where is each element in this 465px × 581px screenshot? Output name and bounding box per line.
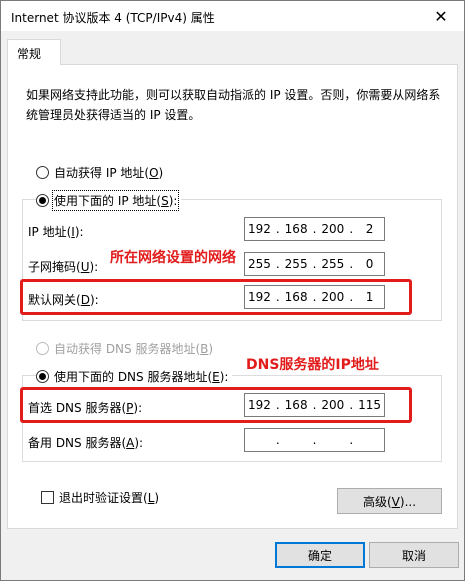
manual-dns-radio[interactable]: 使用下面的 DNS 服务器地址(E): — [36, 368, 233, 385]
tab-general[interactable]: 常规 — [7, 39, 61, 65]
ip-address-label: IP 地址(I): — [28, 225, 84, 239]
preferred-dns-input[interactable]: 192. 168. 200. 115 — [244, 393, 385, 417]
close-button[interactable]: ✕ — [418, 1, 464, 31]
cancel-button[interactable]: 取消 — [369, 542, 459, 568]
description-text: 如果网络支持此功能，则可以获取自动指派的 IP 设置。否则，你需要从网络系统管理… — [26, 88, 441, 122]
auto-dns-radio[interactable]: 自动获得 DNS 服务器地址(B) — [36, 340, 218, 357]
default-gateway-label: 默认网关(D): — [28, 293, 99, 307]
default-gateway-input[interactable]: 192. 168. 200. 1 — [244, 285, 385, 309]
manual-ip-radio-circle — [36, 194, 49, 207]
manual-dns-radio-label: 使用下面的 DNS 服务器地址(E): — [54, 370, 229, 384]
close-icon: ✕ — [434, 6, 448, 26]
validate-settings-checkbox[interactable]: 退出时验证设置(L) — [41, 489, 159, 506]
subnet-mask-label: 子网掩码(U): — [28, 260, 99, 274]
auto-ip-radio-circle — [36, 166, 49, 179]
advanced-button[interactable]: 高级(V)... — [337, 488, 442, 514]
manual-dns-radio-circle — [36, 370, 49, 383]
general-panel: 如果网络支持此功能，则可以获取自动指派的 IP 设置。否则，你需要从网络系统管理… — [7, 64, 458, 529]
alternate-dns-input[interactable]: . . . — [244, 428, 385, 452]
preferred-dns-label: 首选 DNS 服务器(P): — [28, 401, 143, 415]
window-title: Internet 协议版本 4 (TCP/IPv4) 属性 — [11, 11, 215, 25]
tcpip-properties-dialog: Internet 协议版本 4 (TCP/IPv4) 属性 ✕ 常规 如果网络支… — [0, 0, 465, 581]
advanced-button-label: 高级(V)... — [362, 494, 417, 509]
auto-dns-radio-label: 自动获得 DNS 服务器地址(B) — [54, 342, 214, 356]
network-annotation: 所在网络设置的网络 — [110, 250, 236, 266]
auto-dns-radio-circle — [36, 342, 49, 355]
ok-button[interactable]: 确定 — [275, 542, 365, 568]
validate-settings-checkbox-box — [41, 491, 54, 504]
auto-ip-radio[interactable]: 自动获得 IP 地址(O) — [36, 164, 168, 181]
subnet-mask-input[interactable]: 255. 255. 255. 0 — [244, 252, 385, 276]
title-bar: Internet 协议版本 4 (TCP/IPv4) 属性 ✕ — [1, 1, 464, 31]
alternate-dns-label: 备用 DNS 服务器(A): — [28, 436, 144, 450]
manual-ip-radio-label: 使用下面的 IP 地址(S): — [51, 190, 180, 211]
validate-settings-label: 退出时验证设置(L) — [59, 491, 160, 505]
auto-ip-radio-label: 自动获得 IP 地址(O) — [54, 166, 164, 180]
manual-ip-radio[interactable]: 使用下面的 IP 地址(S): — [36, 190, 182, 211]
dns-annotation: DNS服务器的IP地址 — [246, 357, 379, 373]
ip-address-input[interactable]: 192. 168. 200. 2 — [244, 217, 385, 241]
